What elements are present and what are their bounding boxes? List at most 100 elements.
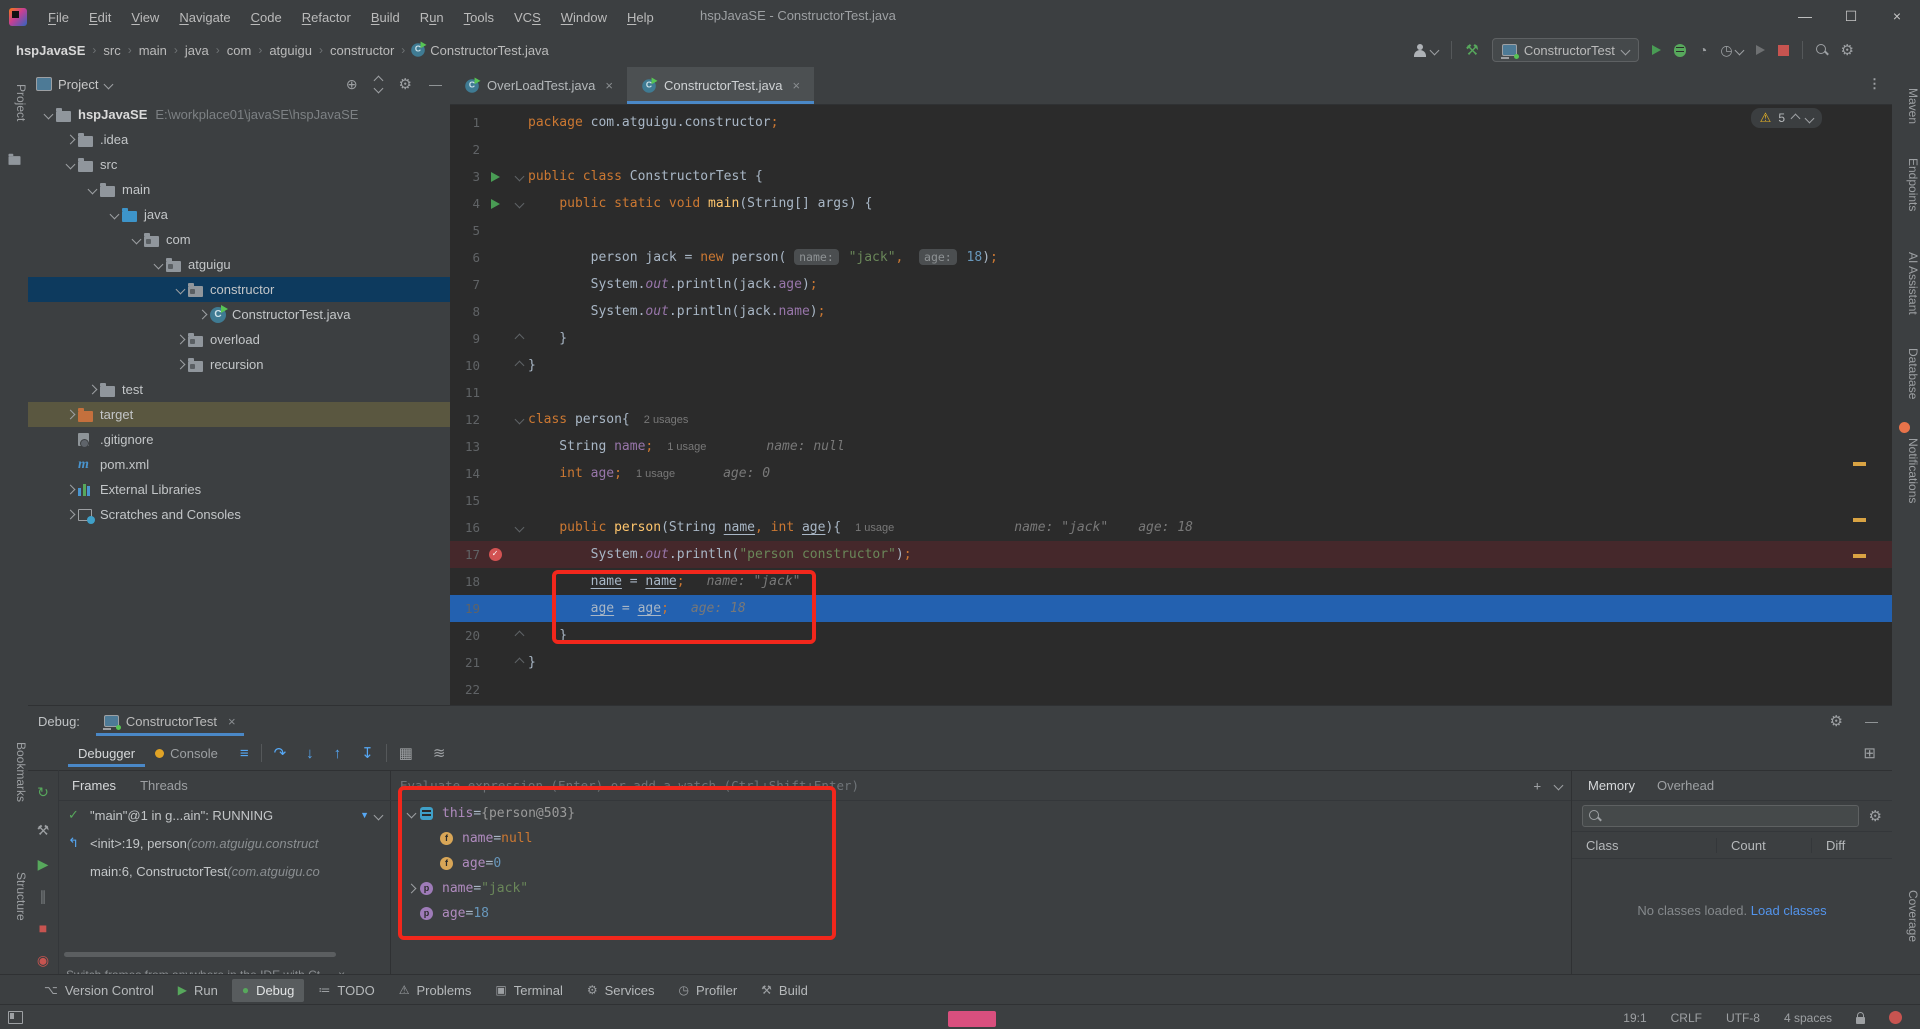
rerun-debug-icon[interactable]: ↻ bbox=[28, 784, 58, 801]
tree-item[interactable]: atguigu bbox=[28, 252, 450, 277]
menu-file[interactable]: File bbox=[39, 7, 78, 28]
debug-button[interactable] bbox=[1674, 44, 1686, 57]
evaluate-expression-bar[interactable]: Evaluate expression (Enter) or add a wat… bbox=[390, 770, 1572, 801]
restore-layout-icon[interactable]: ≋ bbox=[425, 744, 454, 762]
chevron-down-icon[interactable] bbox=[84, 186, 100, 193]
tab-frames[interactable]: Frames bbox=[72, 778, 116, 793]
rail-button-maven[interactable]: Maven bbox=[1892, 88, 1920, 124]
readonly-lock-icon[interactable] bbox=[1856, 1017, 1865, 1024]
menu-run[interactable]: Run bbox=[411, 7, 453, 28]
code-line[interactable]: 8 System.out.println(jack.name); bbox=[450, 298, 1892, 325]
fold-marker-icon[interactable] bbox=[510, 335, 528, 342]
scrollbar-warning-mark[interactable] bbox=[1853, 462, 1866, 466]
breadcrumb-item[interactable]: ConstructorTest.java bbox=[428, 43, 551, 58]
memory-settings-gear-icon[interactable]: ⚙ bbox=[1869, 807, 1882, 825]
stripe-services[interactable]: ⚙Services bbox=[577, 979, 665, 1002]
inspection-widget[interactable]: ⚠ 5 bbox=[1751, 108, 1822, 128]
stop-button[interactable] bbox=[1778, 45, 1789, 56]
rail-button-coverage[interactable]: Coverage bbox=[1892, 890, 1920, 942]
menu-navigate[interactable]: Navigate bbox=[170, 7, 239, 28]
code-line[interactable]: 16 public person(String name, int age){1… bbox=[450, 514, 1892, 541]
chevron-down-icon[interactable] bbox=[62, 161, 78, 168]
menu-edit[interactable]: Edit bbox=[80, 7, 120, 28]
fold-marker-icon[interactable] bbox=[510, 416, 528, 423]
file-encoding[interactable]: UTF-8 bbox=[1726, 1011, 1760, 1025]
tree-item[interactable]: Scratches and Consoles bbox=[28, 502, 450, 527]
code-line[interactable]: 6 person jack = new person( name: "jack"… bbox=[450, 244, 1892, 271]
profile-button[interactable] bbox=[1413, 44, 1438, 57]
tree-item[interactable]: target bbox=[28, 402, 450, 427]
rail-button-endpoints[interactable]: Endpoints bbox=[1892, 158, 1920, 211]
scrollbar-warning-mark[interactable] bbox=[1853, 518, 1866, 522]
menu-build[interactable]: Build bbox=[362, 7, 409, 28]
rail-button-ai-assistant[interactable]: AI Assistant bbox=[1892, 252, 1920, 315]
breadcrumb-item[interactable]: com bbox=[225, 43, 254, 58]
tree-item[interactable]: java bbox=[28, 202, 450, 227]
stripe-problems[interactable]: ⚠Problems bbox=[389, 979, 482, 1002]
fold-marker-icon[interactable] bbox=[510, 632, 528, 639]
fold-marker-icon[interactable] bbox=[510, 362, 528, 369]
line-separator[interactable]: CRLF bbox=[1671, 1011, 1702, 1025]
tab-memory[interactable]: Memory bbox=[1588, 778, 1635, 793]
tree-item[interactable]: com bbox=[28, 227, 450, 252]
rail-button-structure[interactable]: Structure bbox=[0, 872, 28, 921]
layout-settings-icon[interactable]: ⊞ bbox=[1855, 744, 1884, 762]
chevron-right-icon[interactable] bbox=[194, 311, 210, 318]
load-classes-link[interactable]: Load classes bbox=[1751, 903, 1827, 918]
close-tab-icon[interactable]: × bbox=[605, 78, 613, 93]
scrollbar-warning-mark[interactable] bbox=[1853, 554, 1866, 558]
hide-debug-panel-icon[interactable]: — bbox=[1865, 714, 1878, 729]
stripe-debug[interactable]: ●Debug bbox=[232, 979, 305, 1002]
tree-item[interactable]: main bbox=[28, 177, 450, 202]
code-line[interactable]: 7 System.out.println(jack.age); bbox=[450, 271, 1892, 298]
add-watch-icon[interactable]: + bbox=[1533, 778, 1541, 793]
chevron-right-icon[interactable] bbox=[402, 885, 420, 892]
tree-item[interactable]: src bbox=[28, 152, 450, 177]
menu-view[interactable]: View bbox=[122, 7, 168, 28]
run-gutter-icon[interactable] bbox=[480, 199, 510, 209]
menu-tools[interactable]: Tools bbox=[455, 7, 503, 28]
code-line[interactable]: 12class person{2 usages bbox=[450, 406, 1892, 433]
column-header-count[interactable]: Count bbox=[1716, 838, 1811, 853]
tree-item[interactable]: .gitignore bbox=[28, 427, 450, 452]
tree-item[interactable]: CConstructorTest.java bbox=[28, 302, 450, 327]
run-configuration-select[interactable]: ConstructorTest bbox=[1492, 38, 1639, 62]
chevron-down-icon[interactable] bbox=[172, 286, 188, 293]
code-line[interactable]: 13 String name;1 usagename: null bbox=[450, 433, 1892, 460]
stripe-build[interactable]: ⚒Build bbox=[751, 979, 818, 1002]
stripe-run[interactable]: ▶Run bbox=[168, 979, 228, 1002]
tree-item[interactable]: External Libraries bbox=[28, 477, 450, 502]
tree-item[interactable]: hspJavaSEE:\workplace01\javaSE\hspJavaSE bbox=[28, 102, 450, 127]
breadcrumb-item[interactable]: constructor bbox=[328, 43, 396, 58]
code-line[interactable]: 14 int age;1 usageage: 0 bbox=[450, 460, 1892, 487]
tree-item[interactable]: test bbox=[28, 377, 450, 402]
column-header-diff[interactable]: Diff bbox=[1811, 838, 1892, 853]
close-tab-icon[interactable]: × bbox=[793, 78, 801, 93]
code-editor[interactable]: 1package com.atguigu.constructor;23publi… bbox=[450, 104, 1892, 705]
rail-button-notifications[interactable]: Notifications bbox=[1892, 438, 1920, 503]
chevron-right-icon[interactable] bbox=[172, 336, 188, 343]
pause-program-icon[interactable]: ∥ bbox=[28, 888, 58, 905]
next-warning-icon[interactable] bbox=[1805, 113, 1815, 123]
step-into-icon[interactable]: ↓ bbox=[298, 745, 322, 762]
code-line[interactable]: 5 bbox=[450, 217, 1892, 244]
chevron-down-icon[interactable] bbox=[150, 261, 166, 268]
caret-position[interactable]: 19:1 bbox=[1623, 1011, 1646, 1025]
variable-row[interactable]: fage = 0 bbox=[390, 851, 1572, 876]
chevron-right-icon[interactable] bbox=[62, 411, 78, 418]
code-line[interactable]: 4 public static void main(String[] args)… bbox=[450, 190, 1892, 217]
frame-row[interactable]: main:6, ConstructorTest (com.atguigu.co bbox=[58, 857, 390, 885]
variable-row[interactable]: this = {person@503} bbox=[390, 801, 1572, 826]
frame-row[interactable]: ↰<init>:19, person (com.atguigu.construc… bbox=[58, 829, 390, 857]
code-line[interactable]: 21} bbox=[450, 649, 1892, 676]
rail-button-project[interactable]: Project bbox=[0, 84, 28, 121]
chevron-down-icon[interactable] bbox=[104, 79, 114, 89]
stripe-version-control[interactable]: ⌥Version Control bbox=[34, 979, 164, 1002]
tab-options-kebab-icon[interactable]: ⋮ bbox=[1868, 76, 1882, 92]
panel-options-gear-icon[interactable]: ⚙ bbox=[399, 75, 412, 93]
layout-menu-icon[interactable]: ≡ bbox=[232, 745, 257, 762]
fold-marker-icon[interactable] bbox=[510, 524, 528, 531]
tree-item[interactable]: constructor bbox=[28, 277, 450, 302]
evaluate-expression-icon[interactable]: ▦ bbox=[391, 744, 421, 762]
stripe-terminal[interactable]: ▣Terminal bbox=[485, 979, 572, 1002]
